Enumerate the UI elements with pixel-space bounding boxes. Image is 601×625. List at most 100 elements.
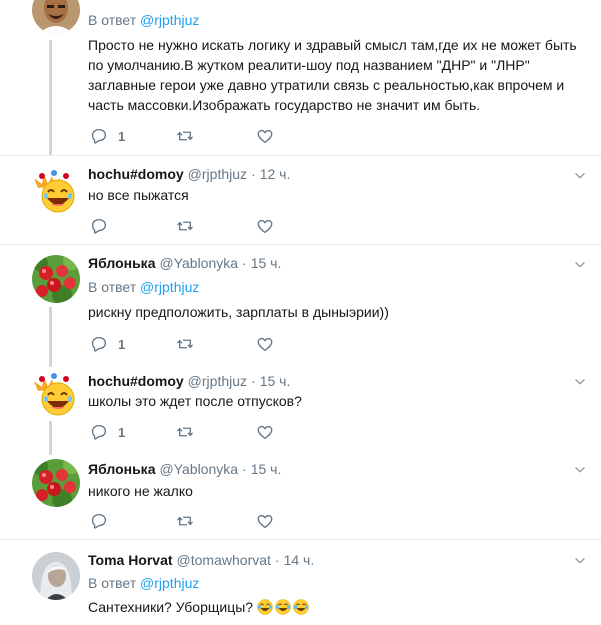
tweet-text: Сантехники? Уборщицы? xyxy=(88,599,254,615)
avatar[interactable] xyxy=(32,552,80,600)
retweet-button[interactable] xyxy=(176,217,256,235)
reply-icon xyxy=(90,217,108,235)
user-handle[interactable]: @tomawhorvat xyxy=(177,552,271,568)
man-photo-avatar-icon xyxy=(32,0,80,34)
retweet-button[interactable] xyxy=(176,423,256,441)
display-name[interactable]: hochu#domoy xyxy=(88,166,184,182)
reply-prefix: В ответ xyxy=(88,575,137,591)
apple-tree-avatar-icon xyxy=(32,255,80,303)
avatar[interactable] xyxy=(32,369,80,417)
tweet-card[interactable]: В ответ @rjpthjuz Просто не нужно искать… xyxy=(0,0,601,155)
reply-button[interactable] xyxy=(90,512,176,530)
timestamp[interactable]: 12 ч. xyxy=(260,166,291,182)
reply-prefix: В ответ xyxy=(88,12,137,28)
thread-line xyxy=(49,449,52,455)
reply-to-link[interactable]: @rjpthjuz xyxy=(140,279,199,295)
thread-line xyxy=(49,307,52,362)
display-name[interactable]: Яблонька xyxy=(88,461,155,477)
reply-button[interactable] xyxy=(90,217,176,235)
tweet-header: Toma Horvat @tomawhorvat · 14 ч. xyxy=(88,552,315,568)
like-button[interactable] xyxy=(256,335,274,353)
chevron-down-icon[interactable] xyxy=(573,463,587,477)
tweet-text: школы это ждет после отпусков? xyxy=(88,393,302,409)
reply-prefix: В ответ xyxy=(88,279,137,295)
retweet-icon xyxy=(176,217,194,235)
retweet-button[interactable] xyxy=(176,335,256,353)
reply-count: 1 xyxy=(118,128,126,144)
timestamp[interactable]: 14 ч. xyxy=(284,552,315,568)
like-button[interactable] xyxy=(256,423,274,441)
reply-to-link[interactable]: @rjpthjuz xyxy=(140,12,199,28)
avatar[interactable] xyxy=(32,255,80,303)
tweet-header: hochu#domoy @rjpthjuz · 12 ч. xyxy=(88,166,291,182)
user-handle[interactable]: @Yablonyka xyxy=(159,255,238,271)
user-handle[interactable]: @Yablonyka xyxy=(159,461,238,477)
avatar[interactable] xyxy=(32,166,80,214)
timestamp[interactable]: 15 ч. xyxy=(251,461,282,477)
retweet-icon xyxy=(176,127,194,145)
thread-line xyxy=(49,421,52,449)
tweet-text: Просто не нужно искать логику и здравый … xyxy=(88,37,577,113)
reply-icon xyxy=(90,512,108,530)
reply-to-link[interactable]: @rjpthjuz xyxy=(140,575,199,591)
display-name[interactable]: hochu#domoy xyxy=(88,373,184,389)
tweet-actions xyxy=(90,216,274,236)
heart-icon xyxy=(256,335,274,353)
reply-button[interactable]: 1 xyxy=(90,423,176,441)
reply-icon xyxy=(90,423,108,441)
reply-button[interactable]: 1 xyxy=(90,335,176,353)
tweet-card[interactable]: hochu#domoy @rjpthjuz · 12 ч. но все пыжатс… xyxy=(0,155,601,244)
tweet-text: никого не жалко xyxy=(88,483,193,499)
reply-count: 1 xyxy=(118,424,126,440)
woman-photo-avatar-icon xyxy=(32,552,80,600)
like-button[interactable] xyxy=(256,512,274,530)
reply-context: В ответ @rjpthjuz xyxy=(88,12,199,28)
display-name[interactable]: Toma Horvat xyxy=(88,552,173,568)
tweet-actions: 1 xyxy=(90,422,274,442)
reply-context: В ответ @rjpthjuz xyxy=(88,279,199,295)
avatar[interactable] xyxy=(32,0,80,34)
heart-icon xyxy=(256,217,274,235)
chevron-down-icon[interactable] xyxy=(573,554,587,568)
user-handle[interactable]: @rjpthjuz xyxy=(188,166,247,182)
tweet-actions xyxy=(90,511,274,531)
display-name[interactable]: Яблонька xyxy=(88,255,155,271)
like-button[interactable] xyxy=(256,217,274,235)
tweet-actions: 1 xyxy=(90,334,274,354)
timestamp[interactable]: 15 ч. xyxy=(251,255,282,271)
avatar[interactable] xyxy=(32,459,80,507)
tweet-header: Яблонька @Yablonyka · 15 ч. xyxy=(88,255,282,271)
retweet-icon xyxy=(176,335,194,353)
reply-button[interactable]: 1 xyxy=(90,127,176,145)
reply-icon xyxy=(90,335,108,353)
heart-icon xyxy=(256,127,274,145)
reply-count: 1 xyxy=(118,336,126,352)
tweet-card[interactable]: hochu#domoy @rjpthjuz · 15 ч. школы это жде… xyxy=(0,361,601,449)
thread-line xyxy=(49,361,52,367)
tweet-card[interactable]: Яблонька @Yablonyka · 15 ч. никого не жалко xyxy=(0,449,601,539)
retweet-button[interactable] xyxy=(176,127,256,145)
chevron-down-icon[interactable] xyxy=(573,258,587,272)
heart-icon xyxy=(256,512,274,530)
retweet-icon xyxy=(176,512,194,530)
tweet-header: hochu#domoy @rjpthjuz · 15 ч. xyxy=(88,373,291,389)
tweet-header: Яблонька @Yablonyka · 15 ч. xyxy=(88,461,282,477)
tweet-card[interactable]: Toma Horvat @tomawhorvat · 14 ч. В ответ @r… xyxy=(0,539,601,625)
laughing-smiley-avatar-icon xyxy=(32,166,80,214)
tweet-text: рискну предположить, зарплаты в дыныэрии… xyxy=(88,304,389,320)
reply-icon xyxy=(90,127,108,145)
chevron-down-icon[interactable] xyxy=(573,169,587,183)
chevron-down-icon[interactable] xyxy=(573,375,587,389)
tweet-card[interactable]: Яблонька @Yablonyka · 15 ч. В ответ @rjpthj… xyxy=(0,244,601,362)
like-button[interactable] xyxy=(256,127,274,145)
timestamp[interactable]: 15 ч. xyxy=(260,373,291,389)
tweet-text-container: Сантехники? Уборщицы? xyxy=(88,597,588,617)
joy-emoji-icon xyxy=(275,599,291,615)
heart-icon xyxy=(256,423,274,441)
apple-tree-avatar-icon xyxy=(32,459,80,507)
laughing-smiley-avatar-icon xyxy=(32,369,80,417)
tweet-text: но все пыжатся xyxy=(88,187,189,203)
retweet-button[interactable] xyxy=(176,512,256,530)
user-handle[interactable]: @rjpthjuz xyxy=(188,373,247,389)
retweet-icon xyxy=(176,423,194,441)
